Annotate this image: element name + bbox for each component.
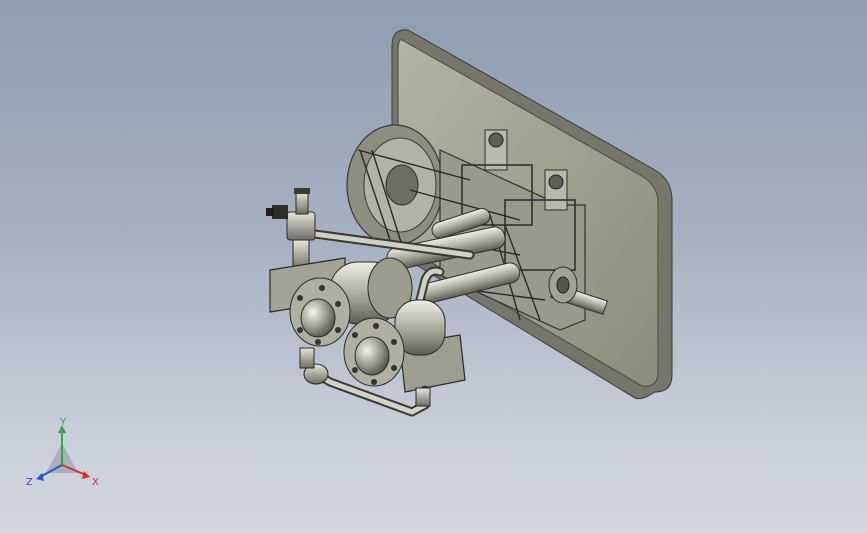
cad-viewport[interactable]: Y X Z <box>0 0 867 533</box>
valve-fitting[interactable] <box>266 188 316 271</box>
x-axis-arrow <box>82 471 90 479</box>
y-axis-label: Y <box>59 417 67 428</box>
orientation-triad: Y X Z <box>26 417 99 488</box>
engine-assembly-model[interactable] <box>0 0 867 533</box>
x-axis-label: X <box>92 477 99 488</box>
flywheel[interactable] <box>346 124 444 246</box>
z-axis-arrow <box>36 473 44 481</box>
z-axis-label: Z <box>26 477 33 488</box>
